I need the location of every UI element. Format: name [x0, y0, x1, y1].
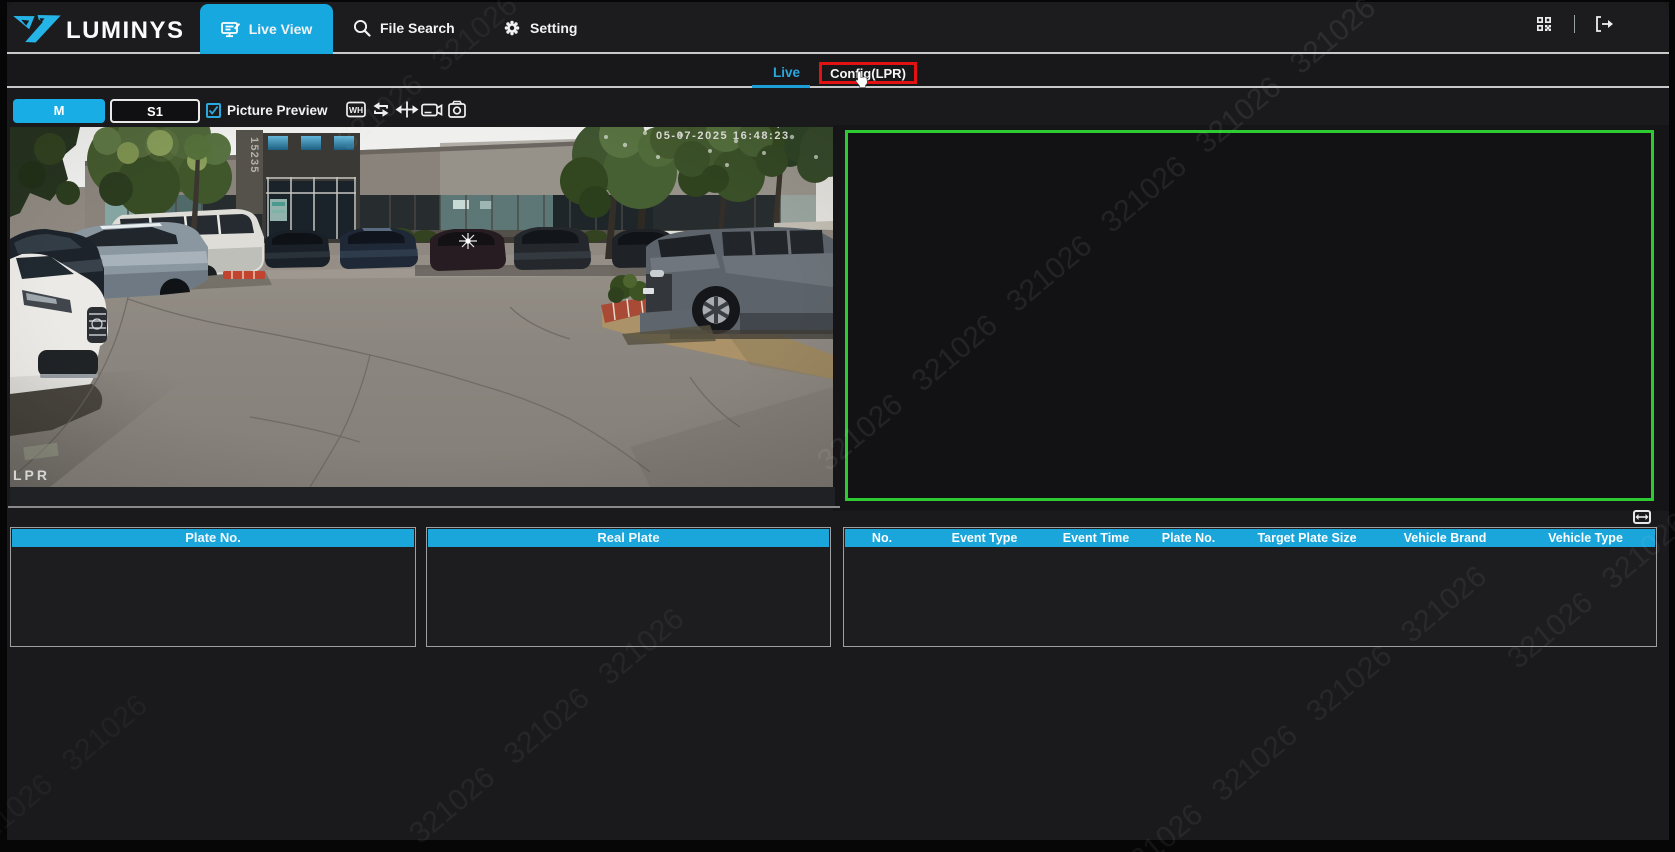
- svg-text:WH: WH: [349, 105, 363, 115]
- svg-text:LPR: LPR: [13, 467, 50, 483]
- svg-text:05-07-2025 16:48:23: 05-07-2025 16:48:23: [656, 130, 790, 142]
